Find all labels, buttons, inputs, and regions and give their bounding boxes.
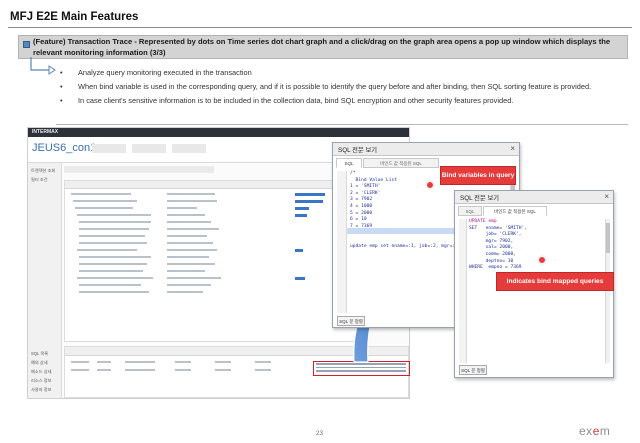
code-line: 1 = 'SMITH' (350, 184, 381, 190)
slide-title: MFJ E2E Main Features (10, 11, 139, 23)
app-logo: INTERMAX (32, 129, 59, 135)
header-info-block (172, 144, 206, 153)
line-gutter (337, 171, 347, 313)
sidebar-item[interactable]: 메소드 상세 (31, 369, 51, 375)
sidebar-item[interactable]: 트랜잭션 조회 (31, 168, 55, 174)
bullet-text: In case client's sensitive information i… (78, 96, 514, 105)
bullet-item: • When bind variable is used in the corr… (56, 80, 626, 94)
table-row[interactable] (65, 270, 361, 275)
table-row[interactable] (65, 277, 361, 282)
bullet-dot: • (60, 96, 63, 105)
code-line: UPDATE emp (469, 219, 497, 224)
code-line: job= 'CLERK', (469, 232, 522, 238)
table-row[interactable] (65, 249, 361, 254)
popup-title: SQL 전문 보기 (338, 147, 378, 154)
bullet-list: • Analyze query monitoring executed in t… (56, 66, 626, 108)
code-line: 6 = 10 (350, 217, 367, 223)
table-row[interactable] (65, 228, 361, 233)
table-row[interactable] (65, 221, 361, 226)
popup-title: SQL 전문 보기 (460, 195, 500, 202)
callout-marker-icon (426, 181, 434, 189)
brand-prefix: ex (579, 424, 593, 438)
scroll-thumb[interactable] (606, 223, 610, 253)
tab-sql[interactable]: SQL (336, 158, 362, 168)
table-row[interactable] (65, 214, 361, 219)
feature-heading: (Feature) Transaction Trace - Represente… (33, 37, 611, 57)
close-icon[interactable]: × (510, 144, 515, 153)
feature-bullet-icon (23, 41, 30, 48)
brand-suffix: m (599, 424, 611, 438)
sql-format-button[interactable]: SQL 문 정렬 (459, 365, 487, 375)
brand-accent: e (592, 424, 600, 438)
code-line: 7 = 7369 (350, 223, 373, 229)
bullet-dot: • (60, 82, 63, 91)
code-line: sal= 2000, (469, 245, 514, 251)
close-icon[interactable]: × (604, 192, 609, 201)
app-titlebar: INTERMAX (28, 128, 409, 137)
code-line: comm= 2000, (469, 251, 517, 257)
connector-arrow-icon (30, 57, 56, 75)
bullet-dot: • (60, 68, 63, 77)
callout-bind-mapped: Indicates bind mapped queries (496, 272, 614, 291)
tab-bound-sql[interactable]: 바인드 값 적용된 SQL (363, 158, 439, 168)
bullet-text: When bind variable is used in the corres… (78, 82, 592, 91)
table-row[interactable] (65, 263, 361, 268)
callout-bind-variables: Bind variables in query (440, 166, 516, 185)
bound-sql-code-area[interactable]: UPDATE emp SET ename= 'SMITH', job= 'CLER… (469, 219, 527, 272)
table-row[interactable] (65, 235, 361, 240)
instance-name[interactable]: JEUS6_con1 (32, 142, 96, 154)
code-line: WHERE empno = 7369 (469, 265, 522, 271)
callout-marker-icon (538, 256, 546, 264)
table-row[interactable] (65, 256, 361, 261)
title-divider (8, 27, 632, 28)
sql-format-button[interactable]: SQL 문 정렬 (337, 316, 365, 326)
sidebar-item[interactable]: 예외 상세 (31, 360, 48, 366)
sidebar-item[interactable]: SQL 목록 (31, 351, 48, 357)
bullet-item: • In case client's sensitive information… (56, 94, 626, 108)
table-row[interactable] (65, 200, 361, 205)
bullet-item: • Analyze query monitoring executed in t… (56, 66, 626, 80)
line-gutter (459, 219, 467, 363)
code-line: update emp set ename=:1, job=:2, mgr=:3, (350, 243, 461, 249)
page-number: 23 (316, 430, 323, 437)
code-line: 3 = 7902 (350, 197, 373, 203)
grid-header (65, 181, 361, 189)
header-info-block (92, 144, 126, 153)
bullet-text: Analyze query monitoring executed in the… (78, 68, 252, 77)
app-toolbar[interactable] (64, 166, 214, 173)
table-row[interactable] (65, 207, 361, 212)
vertical-scrollbar[interactable] (605, 219, 610, 363)
call-tree-grid[interactable] (64, 180, 362, 342)
sidebar-item[interactable]: 사용자 정보 (31, 387, 51, 393)
header-info-block (132, 144, 166, 153)
sidebar-item[interactable]: 리소스 정보 (31, 378, 51, 384)
popup-titlebar[interactable]: SQL 전문 보기 × (455, 191, 613, 204)
tab-bound-sql[interactable]: 바인드 값 적용된 SQL (483, 206, 547, 216)
popup-titlebar[interactable]: SQL 전문 보기 × (333, 143, 519, 156)
sidebar-item[interactable]: 필터 조건 (31, 177, 48, 183)
bullets-divider (56, 124, 628, 125)
code-line: 4 = 1000 (350, 203, 373, 209)
table-row[interactable] (65, 193, 361, 198)
brand-logo: exem (579, 424, 610, 438)
tab-sql[interactable]: SQL (458, 206, 482, 216)
feature-heading-box: (Feature) Transaction Trace - Represente… (18, 35, 628, 59)
table-row[interactable] (65, 284, 361, 289)
table-row[interactable] (65, 291, 361, 296)
table-row[interactable] (65, 242, 361, 247)
